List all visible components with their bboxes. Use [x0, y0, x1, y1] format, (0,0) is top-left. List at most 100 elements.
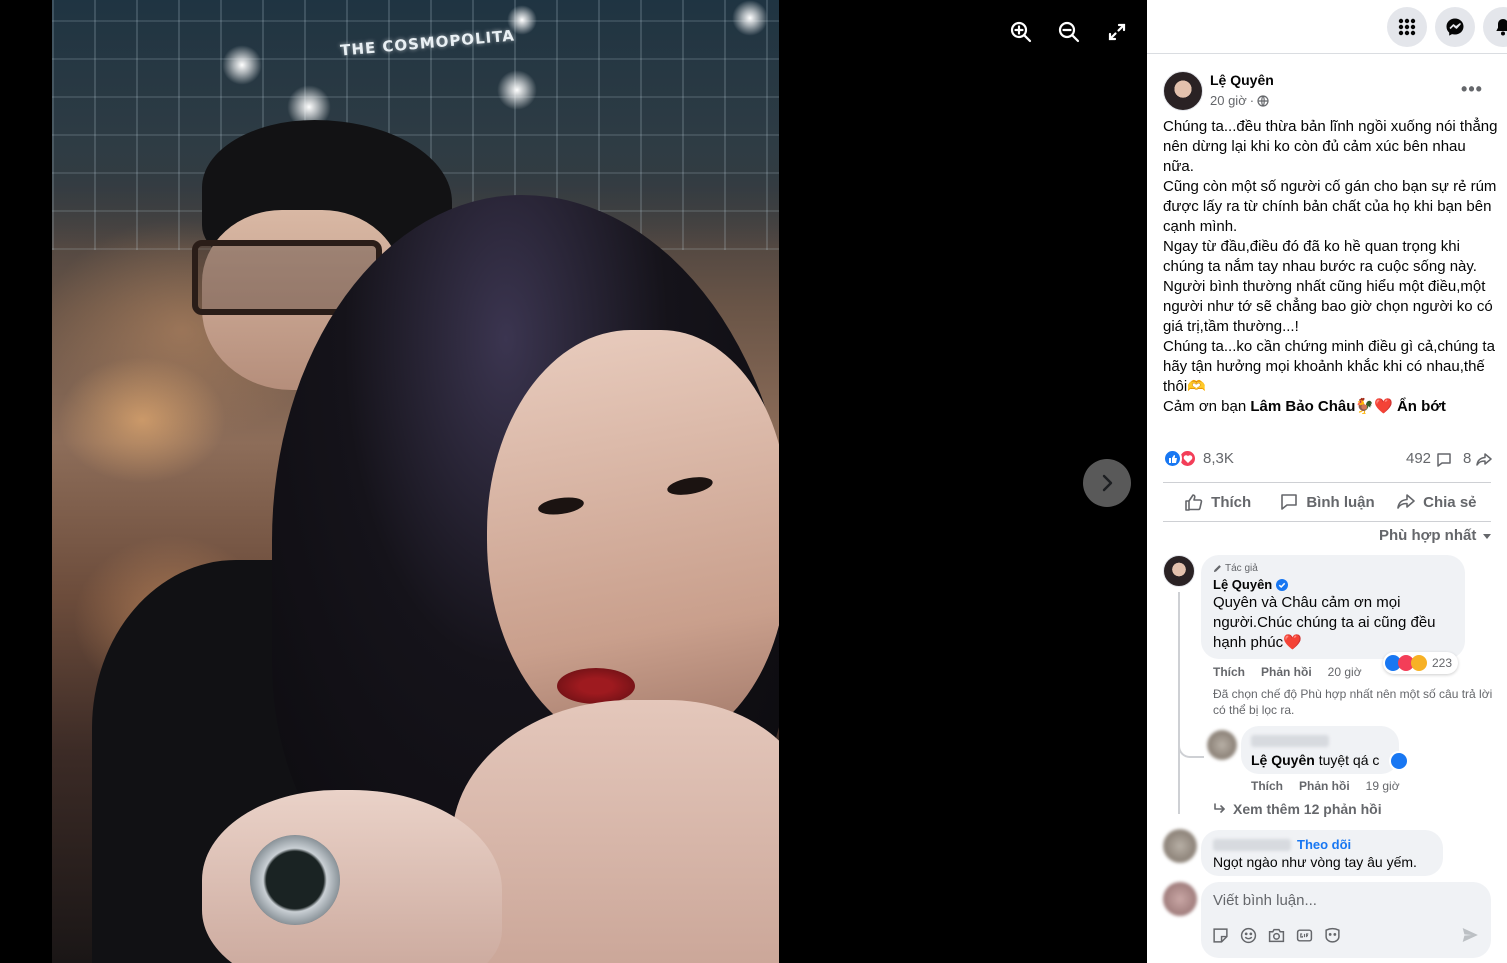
post-author-name[interactable]: Lệ Quyên — [1210, 72, 1274, 88]
comment-text: Ngọt ngào như vòng tay âu yếm. — [1213, 854, 1417, 870]
post-time-text[interactable]: 20 giờ — [1210, 93, 1247, 108]
gif-button[interactable] — [1295, 926, 1313, 944]
composer-toolbar — [1211, 926, 1341, 944]
comment-button[interactable]: Bình luận — [1272, 483, 1381, 521]
comment-bubble: Theo dõi Ngọt ngào như vòng tay âu yếm. — [1201, 830, 1443, 876]
next-photo-button[interactable] — [1083, 459, 1131, 507]
comment-bubble: Tác giả Lệ Quyên Quyên và Châu cảm ơn mọ… — [1201, 555, 1465, 659]
messenger-icon — [1446, 18, 1464, 36]
comment-author[interactable]: Lệ Quyên — [1213, 577, 1453, 592]
pencil-icon — [1213, 565, 1221, 573]
camera-icon — [1268, 928, 1284, 942]
comment-composer[interactable]: Viết bình luận... — [1201, 882, 1491, 958]
reply-author-name[interactable] — [1251, 732, 1389, 750]
reply-bubble: Lệ Quyên tuyệt qá c — [1241, 726, 1399, 774]
send-button[interactable] — [1461, 926, 1481, 946]
grid-menu-icon — [1398, 18, 1416, 36]
post-panel: Lệ Quyên 20 giờ · ••• Chúng ta...đều thừ… — [1147, 0, 1507, 963]
comment-reaction-count: 223 — [1432, 656, 1453, 670]
photo-viewer: THE COSMOPOLITA — [0, 0, 1147, 963]
reply-time[interactable]: 19 giờ — [1366, 779, 1400, 793]
comment-reaction-summary[interactable]: 223 — [1383, 652, 1459, 674]
current-user-avatar[interactable] — [1163, 882, 1197, 916]
comment-input[interactable]: Viết bình luận... — [1213, 892, 1317, 909]
filter-note: Đã chọn chế độ Phù hợp nhất nên một số c… — [1213, 687, 1493, 717]
reply-connector — [1178, 738, 1204, 758]
view-more-replies-link[interactable]: Xem thêm 12 phản hồi — [1213, 801, 1382, 817]
comment-icon — [1281, 494, 1298, 510]
bell-icon — [1496, 19, 1507, 36]
blurred-name[interactable] — [1213, 838, 1291, 851]
reply-text: Lệ Quyên tuyệt qá c — [1251, 750, 1389, 770]
fullscreen-icon — [1108, 23, 1126, 41]
emoji-icon — [1240, 927, 1256, 943]
share-icon — [1397, 494, 1415, 509]
see-less-link[interactable]: Ẩn bớt — [1397, 398, 1446, 415]
dot-separator: · — [1249, 93, 1255, 108]
menu-button[interactable] — [1387, 7, 1427, 47]
comment-actions: Thích Phản hồi 20 giờ — [1213, 665, 1362, 679]
camera-button[interactable] — [1267, 926, 1285, 944]
comment-time[interactable]: 20 giờ — [1328, 665, 1362, 679]
comment-sort-dropdown[interactable]: Phù hợp nhất — [1379, 527, 1492, 544]
like-button[interactable]: Thích — [1163, 483, 1272, 521]
comment-like-link[interactable]: Thích — [1213, 665, 1245, 679]
reply-arrow-icon — [1214, 803, 1225, 813]
comment-author: Theo dõi — [1213, 837, 1431, 852]
thanks-prefix: Cảm ơn bạn — [1163, 398, 1247, 415]
reply-reply-link[interactable]: Phản hồi — [1299, 779, 1350, 793]
share-count[interactable]: 8 — [1463, 450, 1471, 467]
follow-link[interactable]: Theo dõi — [1297, 837, 1351, 852]
comment-reply-link[interactable]: Phản hồi — [1261, 665, 1312, 679]
reply-body: tuyệt qá c — [1318, 752, 1380, 768]
reaction-count[interactable]: 8,3K — [1203, 450, 1234, 467]
photo-watch — [250, 835, 340, 925]
verified-badge-icon — [1276, 578, 1289, 591]
reply-mention[interactable]: Lệ Quyên — [1251, 752, 1315, 768]
post-more-options-button[interactable]: ••• — [1459, 76, 1485, 102]
post-body: Chúng ta...đều thừa bản lĩnh ngồi xuống … — [1163, 117, 1499, 417]
photo-light — [222, 45, 262, 85]
like-label: Thích — [1211, 493, 1252, 511]
comment-text: Quyên và Châu cảm ơn mọi người.Chúc chún… — [1213, 594, 1436, 651]
photo-light — [732, 0, 768, 36]
post-paragraph: Chúng ta...ko cần chứng minh điều gì cả,… — [1163, 338, 1495, 395]
reply-avatar[interactable] — [1207, 730, 1237, 760]
reactions-summary: 8,3K 492 8 — [1163, 447, 1492, 471]
zoom-in-button[interactable] — [1003, 14, 1039, 50]
emoji-button[interactable] — [1239, 926, 1257, 944]
post-photo: THE COSMOPOLITA — [52, 0, 779, 963]
share-count-icon — [1476, 453, 1492, 466]
reply-like-reaction-icon[interactable] — [1389, 751, 1409, 771]
sticker-icon — [1212, 927, 1228, 943]
post-paragraph: Người bình thường nhất cũng hiểu một điề… — [1163, 278, 1493, 335]
share-label: Chia sẻ — [1423, 493, 1477, 511]
care-reaction-icon — [1411, 655, 1427, 671]
fullscreen-button[interactable] — [1099, 14, 1135, 50]
send-icon — [1462, 928, 1478, 942]
author-avatar[interactable] — [1163, 71, 1203, 111]
zoom-out-button[interactable] — [1051, 14, 1087, 50]
post-paragraph: Cũng còn một số người cố gán cho bạn sự … — [1163, 178, 1497, 235]
zoom-out-icon — [1058, 21, 1080, 43]
thread-line — [1178, 592, 1180, 814]
messenger-button[interactable] — [1435, 7, 1475, 47]
sort-label: Phù hợp nhất — [1379, 527, 1477, 544]
gif-icon — [1296, 928, 1312, 942]
post-paragraph: Ngay từ đầu,điều đó đã ko hề quan trọng … — [1163, 238, 1477, 275]
comment-count[interactable]: 492 — [1406, 450, 1431, 467]
sticker-button[interactable] — [1211, 926, 1229, 944]
commenter-avatar[interactable] — [1163, 829, 1197, 863]
photo-light — [497, 70, 537, 110]
notifications-button[interactable] — [1483, 7, 1507, 47]
commenter-avatar[interactable] — [1163, 555, 1195, 587]
tagged-user-link[interactable]: Lâm Bảo Châu — [1250, 398, 1355, 415]
post-action-bar: Thích Bình luận Chia sẻ — [1163, 482, 1491, 522]
avatar-sticker-button[interactable] — [1323, 926, 1341, 944]
photo-lips — [557, 668, 635, 704]
like-reaction-icon — [1163, 449, 1182, 468]
reply-like-link[interactable]: Thích — [1251, 779, 1283, 793]
share-button[interactable]: Chia sẻ — [1382, 483, 1491, 521]
thumbs-up-icon — [1185, 494, 1203, 511]
view-more-replies-label: Xem thêm 12 phản hồi — [1233, 801, 1382, 817]
